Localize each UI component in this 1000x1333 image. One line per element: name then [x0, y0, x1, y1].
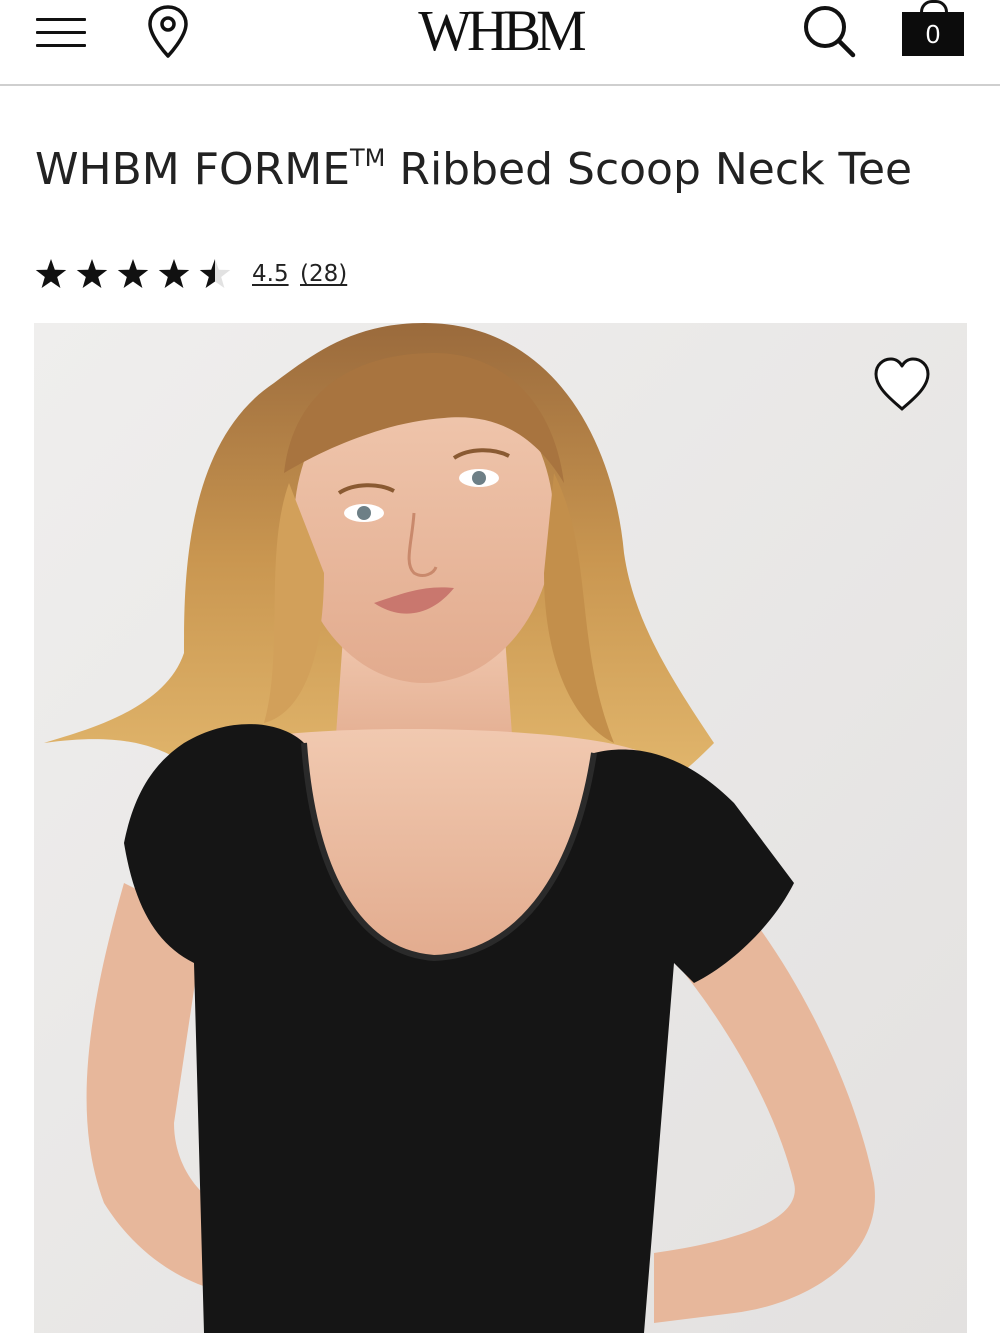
rating-value-link[interactable]: 4.5 [252, 259, 289, 289]
map-pin-icon[interactable] [144, 4, 192, 60]
star-icon [117, 259, 149, 288]
hamburger-menu-icon[interactable] [36, 14, 88, 50]
product-title: WHBM FORMETM Ribbed Scoop Neck Tee [35, 130, 965, 198]
site-header: WHBM 0 [0, 0, 1000, 86]
brand-logo[interactable]: WHBM [382, 0, 617, 62]
heart-icon[interactable] [870, 353, 934, 417]
star-icon [35, 259, 67, 288]
search-icon[interactable] [800, 2, 858, 60]
bag-count-badge: 0 [902, 12, 964, 56]
product-title-name: Ribbed Scoop Neck Tee [385, 144, 913, 195]
star-rating[interactable] [34, 257, 244, 291]
rating-summary: 4.5 (28) [34, 255, 534, 295]
review-count-link[interactable]: (28) [300, 259, 347, 289]
product-photo[interactable] [34, 323, 967, 1333]
product-page: WHBM 0 WHBM FORMETM Ribbed Scoop Neck Te… [0, 0, 1000, 1333]
model-illustration [34, 323, 967, 1333]
star-icon [199, 259, 231, 288]
star-icon [76, 259, 108, 288]
shopping-bag-icon[interactable]: 0 [902, 0, 966, 58]
trademark-symbol: TM [350, 144, 386, 172]
star-icon [158, 259, 190, 288]
product-title-brand: WHBM FORME [35, 144, 351, 195]
